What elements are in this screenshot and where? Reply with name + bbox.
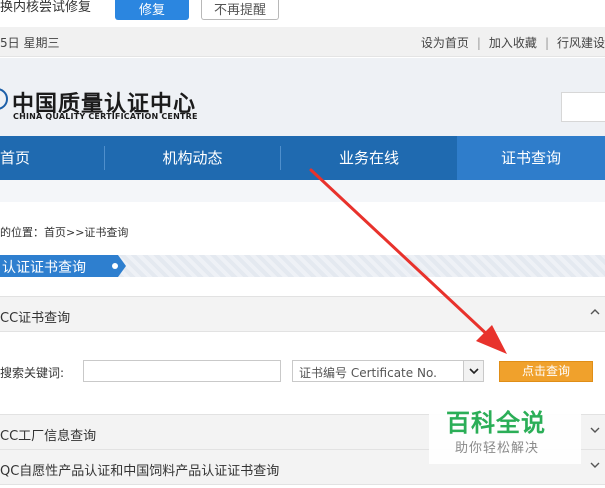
banner-title: 认证证书查询 xyxy=(2,260,86,276)
watermark-subtitle: 助你轻松解决 xyxy=(455,441,540,456)
no-remind-button[interactable]: 不再提醒 xyxy=(201,0,279,20)
section-banner: 认证证书查询 xyxy=(0,255,605,277)
repair-notice-bar: 换内核尝试修复 修复 不再提醒 xyxy=(0,0,605,22)
top-util-bar: 5日 星期三 设为首页 | 加入收藏 | 行风建设 xyxy=(0,27,605,57)
set-homepage-link[interactable]: 设为首页 xyxy=(421,36,469,50)
nav-shadow-strip xyxy=(0,180,605,202)
repair-notice-text: 换内核尝试修复 xyxy=(0,0,92,15)
watermark: 百科全说 助你轻松解决 xyxy=(429,400,581,464)
breadcrumb: 的位置：首页>>证书查询 xyxy=(0,226,129,239)
search-keyword-input[interactable] xyxy=(83,360,281,382)
top-links: 设为首页 | 加入收藏 | 行风建设 xyxy=(421,34,605,51)
search-keyword-label: 搜索关键词: xyxy=(0,366,65,380)
certificate-type-selected: 证书编号 Certificate No. xyxy=(299,366,437,380)
nav-home[interactable]: 首页 xyxy=(0,136,60,180)
banner-tag: 认证证书查询 xyxy=(0,255,126,277)
accordion-voluntary-title: QC自愿性产品认证和中国饲料产品认证证书查询 xyxy=(0,464,280,479)
conduct-link[interactable]: 行风建设 xyxy=(557,36,605,50)
accordion-ccc-title: CC证书查询 xyxy=(0,311,71,326)
bullet-dot-icon xyxy=(112,263,118,269)
certificate-type-select[interactable]: 证书编号 Certificate No. xyxy=(292,360,484,382)
query-button[interactable]: 点击查询 xyxy=(499,361,593,382)
chevron-down-icon[interactable] xyxy=(463,361,483,381)
site-header: 中国质量认证中心 CHINA QUALITY CERTIFICATION CEN… xyxy=(0,58,605,136)
chevron-down-icon[interactable] xyxy=(589,424,601,439)
accordion-factory-title: CC工厂信息查询 xyxy=(0,429,97,444)
current-date: 5日 星期三 xyxy=(0,36,60,50)
nav-business-online[interactable]: 业务在线 xyxy=(281,136,457,180)
watermark-title: 百科全说 xyxy=(446,409,546,437)
chevron-up-icon[interactable] xyxy=(589,306,601,321)
header-search-input[interactable] xyxy=(561,92,605,122)
fix-button[interactable]: 修复 xyxy=(115,0,189,20)
main-nav: 首页 机构动态 业务在线 证书查询 xyxy=(0,136,605,180)
nav-certificate-query[interactable]: 证书查询 xyxy=(457,136,605,180)
logo-english-name: CHINA QUALITY CERTIFICATION CENTRE xyxy=(13,112,198,121)
chevron-down-icon[interactable] xyxy=(589,459,601,474)
nav-news[interactable]: 机构动态 xyxy=(105,136,280,180)
accordion-ccc-header[interactable]: CC证书查询 xyxy=(0,296,605,332)
link-divider: | xyxy=(476,36,481,50)
page: 换内核尝试修复 修复 不再提醒 5日 星期三 设为首页 | 加入收藏 | 行风建设 中国… xyxy=(0,0,605,488)
add-favorite-link[interactable]: 加入收藏 xyxy=(489,36,537,50)
link-divider: | xyxy=(544,36,549,50)
logo-emblem-icon xyxy=(0,88,8,110)
